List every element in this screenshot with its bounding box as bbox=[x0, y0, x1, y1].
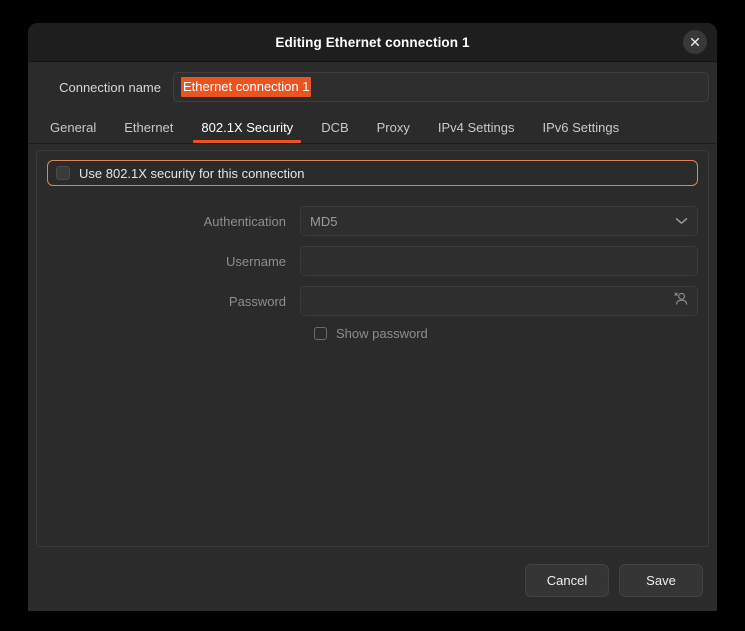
desktop-background: Editing Ethernet connection 1 Connection… bbox=[0, 0, 745, 631]
tab-dcb[interactable]: DCB bbox=[307, 112, 362, 143]
authentication-select[interactable]: MD5 bbox=[300, 206, 698, 236]
connection-name-label: Connection name bbox=[59, 79, 161, 95]
save-button[interactable]: Save bbox=[619, 563, 703, 597]
tab-proxy[interactable]: Proxy bbox=[363, 112, 424, 143]
use-802-1x-security-checkbox[interactable] bbox=[56, 166, 70, 180]
802-1x-form: Authentication MD5 Username Password Sho… bbox=[47, 206, 698, 341]
tab-ipv4-settings-label: IPv4 Settings bbox=[437, 120, 515, 135]
authentication-label: Authentication bbox=[203, 213, 286, 229]
tab-802-1x-security-label: 802.1X Security bbox=[201, 120, 294, 135]
dialog-titlebar: Editing Ethernet connection 1 bbox=[28, 23, 717, 62]
show-password-checkbox[interactable] bbox=[314, 327, 327, 340]
cancel-button[interactable]: Cancel bbox=[525, 563, 609, 597]
username-row: Username bbox=[47, 246, 698, 276]
tab-dcb-label: DCB bbox=[321, 120, 349, 135]
tab-ipv6-settings[interactable]: IPv6 Settings bbox=[528, 112, 633, 143]
close-icon[interactable] bbox=[683, 30, 707, 54]
use-802-1x-security-label: Use 802.1X security for this connection bbox=[79, 165, 305, 181]
username-input[interactable] bbox=[300, 246, 698, 276]
settings-tabbar: General Ethernet 802.1X Security DCB Pro… bbox=[28, 111, 717, 144]
tab-content-wrapper: Use 802.1X security for this connection … bbox=[28, 144, 717, 553]
tab-ipv6-settings-label: IPv6 Settings bbox=[542, 120, 620, 135]
password-input[interactable] bbox=[300, 286, 698, 316]
tab-ipv4-settings[interactable]: IPv4 Settings bbox=[424, 112, 529, 143]
show-password-row[interactable]: Show password bbox=[47, 326, 698, 341]
authentication-value: MD5 bbox=[310, 213, 338, 229]
edit-connection-dialog: Editing Ethernet connection 1 Connection… bbox=[28, 23, 717, 611]
authentication-row: Authentication MD5 bbox=[47, 206, 698, 236]
tab-802-1x-security[interactable]: 802.1X Security bbox=[187, 112, 307, 143]
show-password-label: Show password bbox=[336, 326, 428, 341]
username-label: Username bbox=[226, 253, 286, 269]
connection-name-value: Ethernet connection 1 bbox=[181, 77, 312, 97]
connection-name-input[interactable]: Ethernet connection 1 bbox=[173, 72, 709, 102]
dialog-title: Editing Ethernet connection 1 bbox=[275, 34, 470, 50]
tab-general[interactable]: General bbox=[36, 112, 110, 143]
802-1x-security-panel: Use 802.1X security for this connection … bbox=[36, 150, 709, 547]
use-802-1x-security-checkbox-row[interactable]: Use 802.1X security for this connection bbox=[47, 160, 698, 186]
chevron-down-icon bbox=[675, 212, 688, 230]
tab-ethernet-label: Ethernet bbox=[124, 120, 174, 135]
password-row: Password bbox=[47, 286, 698, 316]
connection-name-row: Connection name Ethernet connection 1 bbox=[28, 62, 717, 111]
tab-general-label: General bbox=[50, 120, 97, 135]
tab-proxy-label: Proxy bbox=[376, 120, 410, 135]
tab-ethernet[interactable]: Ethernet bbox=[110, 112, 187, 143]
user-account-icon[interactable] bbox=[672, 290, 689, 312]
password-label: Password bbox=[228, 293, 286, 309]
dialog-footer: Cancel Save bbox=[28, 553, 717, 611]
